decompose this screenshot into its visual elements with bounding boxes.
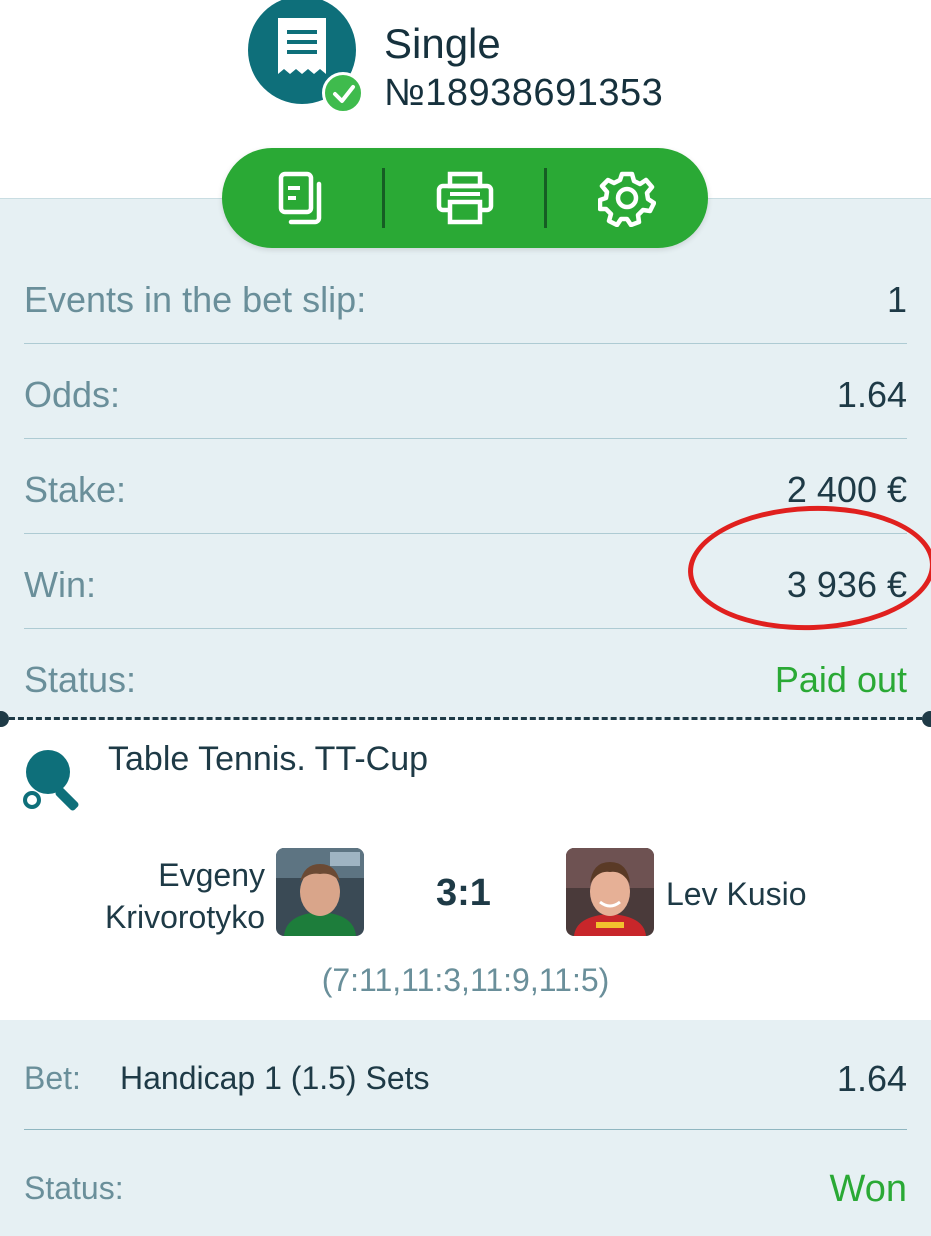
print-icon [436,171,494,225]
match-score: 3:1 [436,872,491,914]
bet-row: Bet: Handicap 1 (1.5) Sets 1.64 [24,1020,907,1130]
status-label: Status: [24,659,137,700]
set-scores: (7:11,11:3,11:9,11:5) [321,962,610,998]
separator-dot [922,711,931,727]
odds-row: Odds: 1.64 [24,344,907,439]
player1-avatar [276,848,364,936]
copy-icon [278,171,322,225]
check-icon [322,72,364,114]
bet-type-title: Single [384,20,501,67]
bet-status-label: Status: [24,1170,124,1206]
print-button[interactable] [384,148,546,248]
settings-button[interactable] [546,148,708,248]
player1-last-name: Krivorotyko [104,899,265,935]
receipt-badge [248,0,364,114]
events-count-row: Events in the bet slip: 1 [24,249,907,344]
player1-first-name: Evgeny [158,857,265,893]
bet-number: №18938691353 [384,72,664,114]
player2-name: Lev Kusio [666,876,807,912]
settings-icon [598,171,656,227]
bet-details-panel: Bet: Handicap 1 (1.5) Sets 1.64 Status: … [0,1020,931,1236]
bet-odds: 1.64 [836,1058,907,1099]
status-row: Status: Paid out [24,629,907,724]
bet-market: Handicap 1 (1.5) Sets [120,1060,430,1096]
events-count-label: Events in the bet slip: [24,279,367,320]
event-card[interactable]: Table Tennis. TT-Cup Evgeny Krivorotyko … [0,720,931,1020]
status-value: Paid out [774,659,907,700]
event-title: Table Tennis. TT-Cup [108,740,429,778]
copy-button[interactable] [222,148,384,248]
dashed-separator [0,717,931,720]
events-count-value: 1 [886,279,907,320]
bet-label: Bet: [24,1060,81,1096]
win-label: Win: [24,564,96,605]
player2-avatar [566,848,654,936]
stake-label: Stake: [24,469,127,510]
bet-summary-panel: Events in the bet slip: 1 Odds: 1.64 Sta… [0,198,931,720]
stake-value: 2 400 € [786,469,907,510]
odds-label: Odds: [24,374,121,415]
action-toolbar [222,148,708,248]
table-tennis-icon [22,746,88,817]
odds-value: 1.64 [836,374,907,415]
bet-status-value: Won [829,1168,907,1210]
bet-status-row: Status: Won [24,1130,907,1236]
player1-name: Evgeny Krivorotyko [105,854,265,938]
